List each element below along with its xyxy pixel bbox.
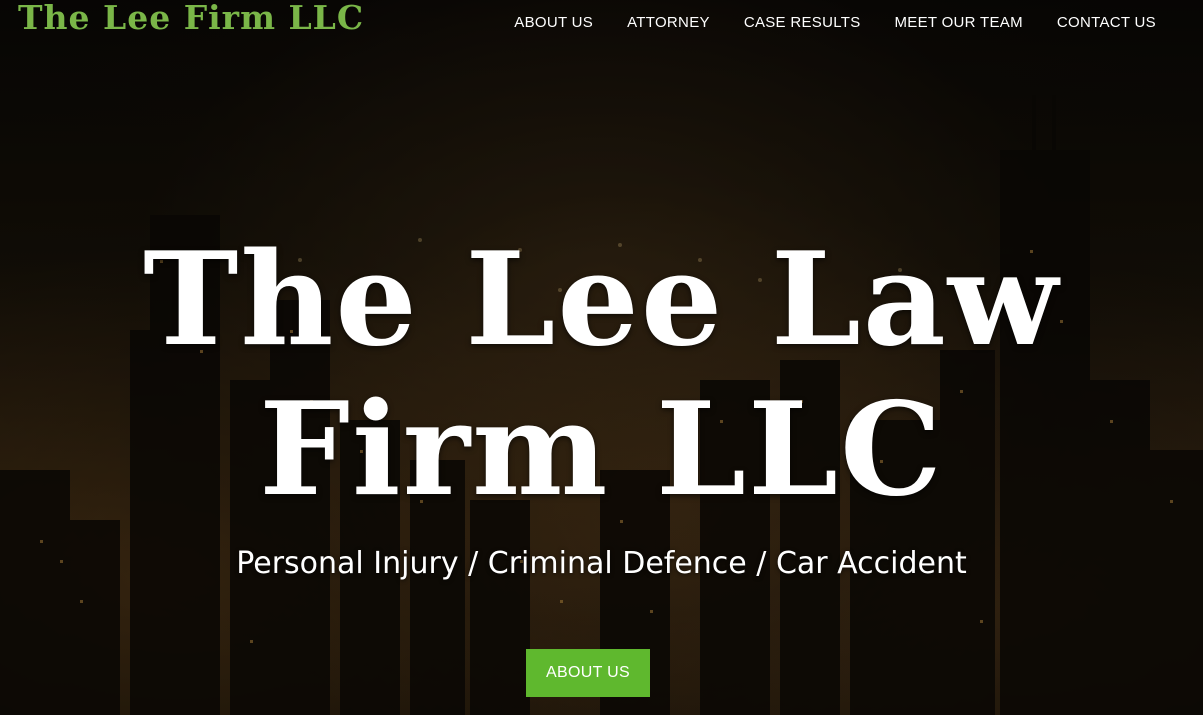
main-navigation: ABOUT US ATTORNEY CASE RESULTS MEET OUR … bbox=[514, 14, 1156, 31]
nav-case-results[interactable]: CASE RESULTS bbox=[744, 14, 861, 31]
nav-meet-our-team[interactable]: MEET OUR TEAM bbox=[895, 14, 1023, 31]
hero-section: The Lee Firm LLC ABOUT US ATTORNEY CASE … bbox=[0, 0, 1203, 715]
site-logo[interactable]: The Lee Firm LLC bbox=[18, 0, 364, 37]
nav-about-us[interactable]: ABOUT US bbox=[514, 14, 593, 31]
hero-subtitle: Personal Injury / Criminal Defence / Car… bbox=[236, 546, 967, 581]
nav-attorney[interactable]: ATTORNEY bbox=[627, 14, 710, 31]
about-us-button[interactable]: ABOUT US bbox=[526, 649, 650, 697]
hero-title: The Lee Law Firm LLC bbox=[143, 225, 1060, 525]
nav-contact-us[interactable]: CONTACT US bbox=[1057, 14, 1156, 31]
